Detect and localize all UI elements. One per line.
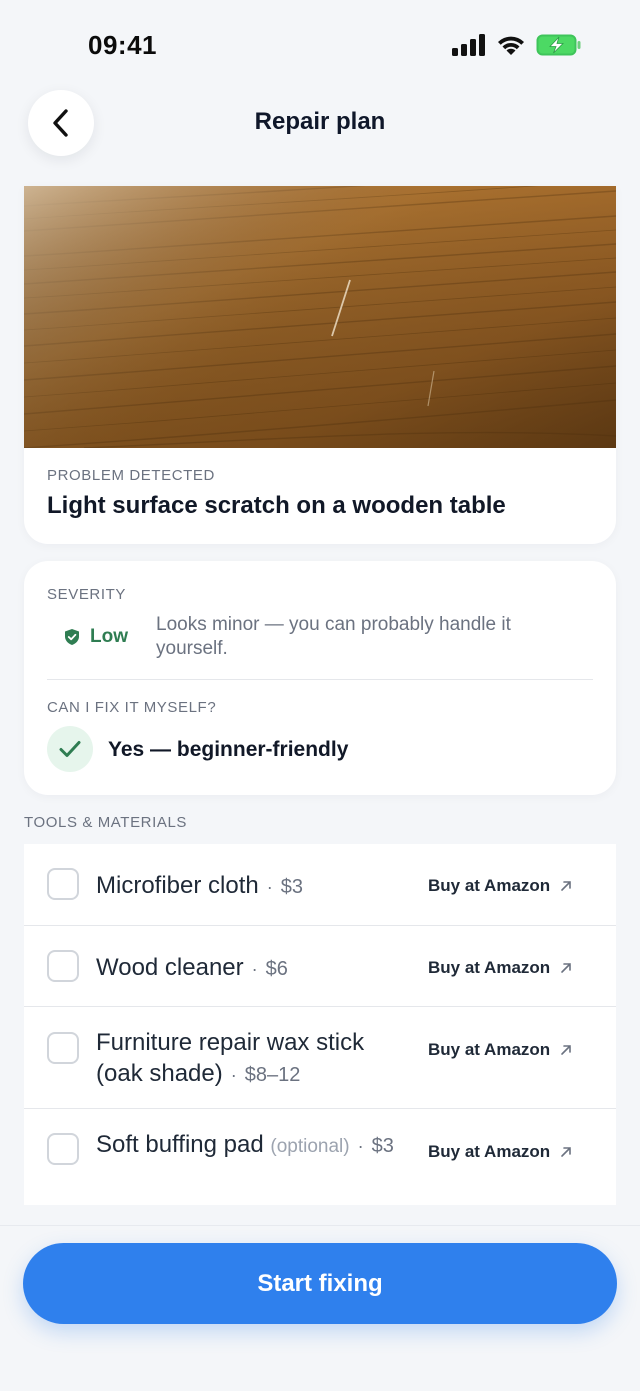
severity-badge: Low [64,626,128,648]
tool-checkbox[interactable] [47,1133,79,1165]
severity-level: Low [90,626,128,647]
battery-charging-icon [536,34,581,56]
tool-row: Wood cleaner · $6 Buy at Amazon [24,926,616,1007]
buy-at-amazon-link[interactable]: Buy at Amazon [428,1040,572,1060]
separator-dot: · [230,1065,237,1085]
buy-at-amazon-link[interactable]: Buy at Amazon [428,1142,572,1162]
wooden-table-scratch-photo [24,186,616,448]
diy-label: CAN I FIX IT MYSELF? [47,699,217,716]
buy-at-amazon-link[interactable]: Buy at Amazon [428,876,572,896]
shield-check-icon [65,629,79,645]
external-link-arrow-icon [561,1045,571,1055]
checkmark-icon [59,741,81,757]
tool-checkbox[interactable] [47,868,79,900]
buy-at-amazon-link[interactable]: Buy at Amazon [428,958,572,978]
separator-dot: · [266,877,273,897]
bottom-action-bar: Start fixing [0,1225,640,1391]
tools-label: TOOLS & MATERIALS [24,814,188,831]
buy-link-label: Buy at Amazon [428,1040,551,1059]
tool-optional-note: (optional) [270,1136,350,1157]
separator-dot: · [251,959,258,979]
tool-row: Microfiber cloth · $3 Buy at Amazon [24,844,616,926]
signal-icon [452,34,485,56]
tool-name-line: Microfiber cloth · $3 [96,870,396,903]
divider [47,679,593,680]
tool-checkbox[interactable] [47,1032,79,1064]
separator-dot: · [357,1136,364,1156]
diy-check-badge [47,726,93,772]
external-link-arrow-icon [561,1147,571,1157]
problem-label: PROBLEM DETECTED [47,467,215,484]
assessment-card: SEVERITY Low Looks minor — you can proba… [24,561,616,795]
external-link-arrow-icon [561,963,571,973]
external-link-arrow-icon [561,881,571,891]
diy-answer: Yes — beginner-friendly [108,738,349,761]
problem-description: Light surface scratch on a wooden table [47,492,506,519]
status-time: 09:41 [88,30,157,60]
status-bar: 09:41 [0,0,640,96]
status-icons [452,34,582,56]
tool-name-line: Wood cleaner · $6 [96,952,396,985]
severity-description: Looks minor — you can probably handle it… [156,614,511,659]
tool-price: $8–12 [244,1064,301,1086]
tool-price: $6 [265,958,288,980]
tool-price: $3 [280,876,303,898]
buy-link-label: Buy at Amazon [428,1142,551,1161]
nav-bar: Repair plan [0,90,640,156]
tool-checkbox[interactable] [47,950,79,982]
start-fixing-button[interactable]: Start fixing [23,1243,617,1324]
tool-row: Furniture repair wax stick (oak shade) · $… [24,1007,616,1109]
tool-name-line: Soft buffing pad (optional) · $3 [96,1129,396,1162]
page-title: Repair plan [254,108,386,135]
wifi-icon [498,36,524,55]
problem-card: PROBLEM DETECTED Light surface scratch o… [24,186,616,544]
tools-list: Microfiber cloth · $3 Buy at Amazon Wood c… [24,844,616,1205]
tool-price: $3 [371,1135,394,1157]
severity-label: SEVERITY [47,586,126,603]
buy-link-label: Buy at Amazon [428,958,551,977]
tool-name: Wood cleaner [96,954,244,981]
buy-link-label: Buy at Amazon [428,876,551,895]
tool-name-line: Furniture repair wax stick (oak shade) · $… [96,1027,396,1091]
tool-name: Soft buffing pad [96,1131,264,1158]
tool-row: Soft buffing pad (optional) · $3 Buy at Am… [24,1109,616,1205]
tool-name: Microfiber cloth [96,872,259,899]
